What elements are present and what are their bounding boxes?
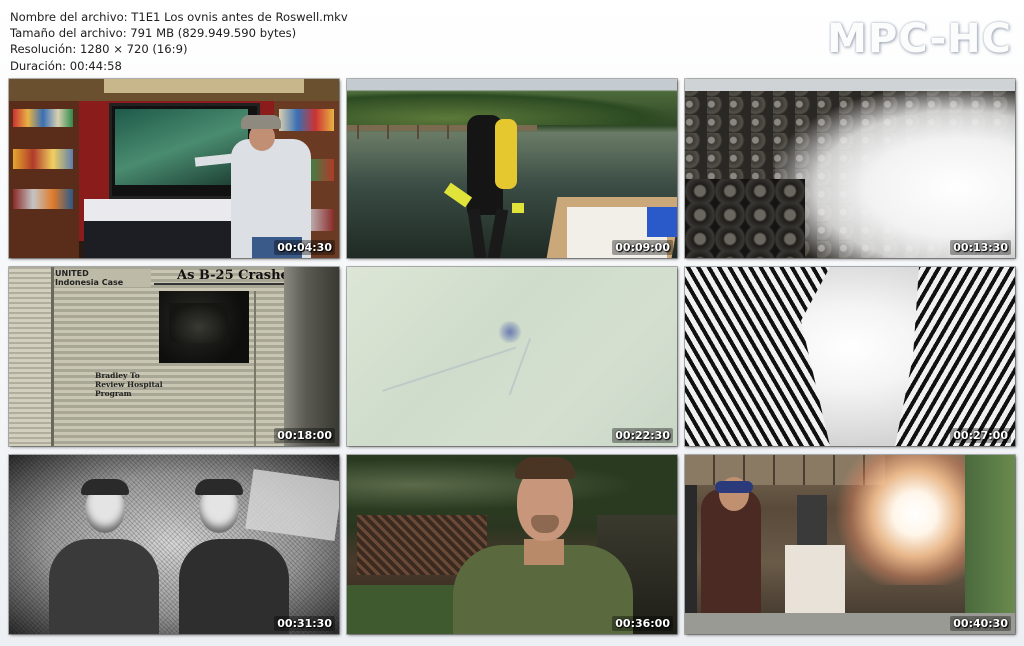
newspaper-subhead: Bradley To Review Hospital Program <box>95 371 163 398</box>
thumbnail-1[interactable]: 00:04:30 <box>9 79 339 258</box>
timestamp-label: 00:31:30 <box>274 616 335 631</box>
scene-newspaper: UNITED Indonesia Case As B-25 Crashes Bra… <box>9 267 339 446</box>
scene-pale-blur <box>347 267 677 446</box>
timestamp-label: 00:18:00 <box>274 428 335 443</box>
timestamp-label: 00:13:30 <box>950 240 1011 255</box>
mpc-hc-logo: MPC-HC <box>827 16 1012 62</box>
scene-man-interview <box>347 455 677 634</box>
thumbnail-3[interactable]: 00:13:30 <box>685 79 1015 258</box>
file-info: Nombre del archivo: T1E1 Los ovnis antes… <box>10 9 348 74</box>
timestamp-label: 00:27:00 <box>950 428 1011 443</box>
duration-line: Duración: 00:44:58 <box>10 58 122 73</box>
filename-line: Nombre del archivo: T1E1 Los ovnis antes… <box>10 10 348 24</box>
scene-scuba-diver <box>347 79 677 258</box>
scene-bw-photo <box>9 455 339 634</box>
scene-bw-abstract <box>685 267 1015 446</box>
scene-lab-explosion <box>685 455 1015 634</box>
thumbnail-8[interactable]: 00:36:00 <box>347 455 677 634</box>
resolution-line: Resolución: 1280 × 720 (16:9) <box>10 42 188 57</box>
thumbnail-5[interactable]: 00:22:30 <box>347 267 677 446</box>
filesize-line: Tamaño del archivo: 791 MB (829.949.590 … <box>10 26 297 41</box>
timestamp-label: 00:22:30 <box>612 428 673 443</box>
thumbnail-2[interactable]: 00:09:00 <box>347 79 677 258</box>
thumbnail-7[interactable]: 00:31:30 <box>9 455 339 634</box>
scene-stones-smoke <box>685 79 1015 258</box>
timestamp-label: 00:04:30 <box>274 240 335 255</box>
timestamp-label: 00:36:00 <box>612 616 673 631</box>
scene-man-at-tv <box>9 79 339 258</box>
thumbnail-9[interactable]: 00:40:30 <box>685 455 1015 634</box>
thumbnail-4[interactable]: UNITED Indonesia Case As B-25 Crashes Bra… <box>9 267 339 446</box>
thumbnail-6[interactable]: 00:27:00 <box>685 267 1015 446</box>
timestamp-label: 00:40:30 <box>950 616 1011 631</box>
timestamp-label: 00:09:00 <box>612 240 673 255</box>
